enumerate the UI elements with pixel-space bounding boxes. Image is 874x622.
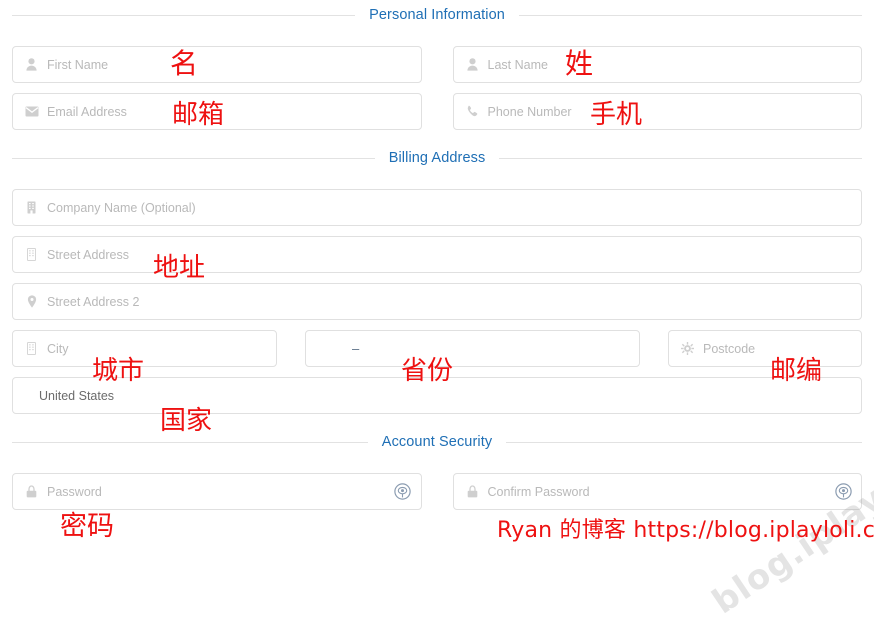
row-name: First Name Last Name xyxy=(12,46,862,83)
field-email-address[interactable]: Email Address xyxy=(12,93,422,130)
row-city-state-postcode: City – Postcode xyxy=(12,330,862,367)
field-placeholder: Phone Number xyxy=(487,104,572,119)
person-icon xyxy=(464,58,481,71)
registration-form: Personal Information First Name Last Nam… xyxy=(0,0,874,622)
section-header-billing-address: Billing Address xyxy=(12,143,863,173)
row-street-address-2: Street Address 2 xyxy=(12,283,862,320)
building-icon xyxy=(23,201,40,214)
divider-left xyxy=(12,157,375,159)
field-placeholder: Password xyxy=(47,484,102,499)
section-header-personal-information: Personal Information xyxy=(12,0,863,30)
envelope-icon xyxy=(23,106,40,117)
lock-icon xyxy=(464,485,481,498)
divider-right xyxy=(499,157,863,159)
eye-icon[interactable] xyxy=(394,483,412,501)
divider-right xyxy=(518,14,863,16)
building-icon xyxy=(23,248,40,261)
field-last-name[interactable]: Last Name xyxy=(452,46,862,83)
field-placeholder: Street Address 2 xyxy=(47,294,140,309)
divider-right xyxy=(506,441,862,443)
field-password[interactable]: Password xyxy=(12,473,422,510)
field-street-address[interactable]: Street Address xyxy=(12,236,862,273)
section-title: Account Security xyxy=(381,434,493,450)
field-placeholder: Company Name (Optional) xyxy=(47,200,196,215)
section-header-account-security: Account Security xyxy=(12,427,862,457)
ann-password: 密码 xyxy=(60,511,114,542)
field-confirm-password[interactable]: Confirm Password xyxy=(452,473,862,510)
lock-icon xyxy=(23,485,40,498)
divider-left xyxy=(12,14,356,16)
map-pin-icon xyxy=(23,295,40,308)
divider-left xyxy=(12,441,368,443)
field-first-name[interactable]: First Name xyxy=(12,46,422,83)
watermark-url: Ryan 的博客 https://blog.iplayloli.com xyxy=(497,518,874,543)
row-passwords: Password Confirm Password xyxy=(12,473,862,510)
field-placeholder: First Name xyxy=(47,57,109,72)
field-placeholder: Email Address xyxy=(47,104,127,119)
phone-icon xyxy=(464,105,481,118)
gear-icon xyxy=(679,342,696,355)
field-postcode[interactable]: Postcode xyxy=(668,330,862,367)
field-placeholder: Confirm Password xyxy=(487,484,590,499)
person-icon xyxy=(23,58,40,71)
field-company-name[interactable]: Company Name (Optional) xyxy=(12,189,862,226)
eye-icon[interactable] xyxy=(834,483,852,501)
building-icon xyxy=(23,342,40,355)
state-selected-value: – xyxy=(352,341,360,356)
field-placeholder: Street Address xyxy=(47,247,129,262)
field-street-address-2[interactable]: Street Address 2 xyxy=(12,283,862,320)
row-contact: Email Address Phone Number xyxy=(12,93,862,130)
field-country-select[interactable]: United States xyxy=(12,377,862,414)
section-title: Personal Information xyxy=(369,7,505,23)
field-state-select[interactable]: – xyxy=(305,330,640,367)
field-placeholder: Last Name xyxy=(487,57,548,72)
field-placeholder: City xyxy=(47,341,69,356)
country-selected-value: United States xyxy=(39,388,115,403)
row-street-address: Street Address xyxy=(12,236,862,273)
field-city[interactable]: City xyxy=(12,330,277,367)
field-phone-number[interactable]: Phone Number xyxy=(452,93,862,130)
field-placeholder: Postcode xyxy=(703,341,756,356)
row-country: United States xyxy=(12,377,862,414)
row-company: Company Name (Optional) xyxy=(12,189,862,226)
section-title: Billing Address xyxy=(388,150,486,166)
